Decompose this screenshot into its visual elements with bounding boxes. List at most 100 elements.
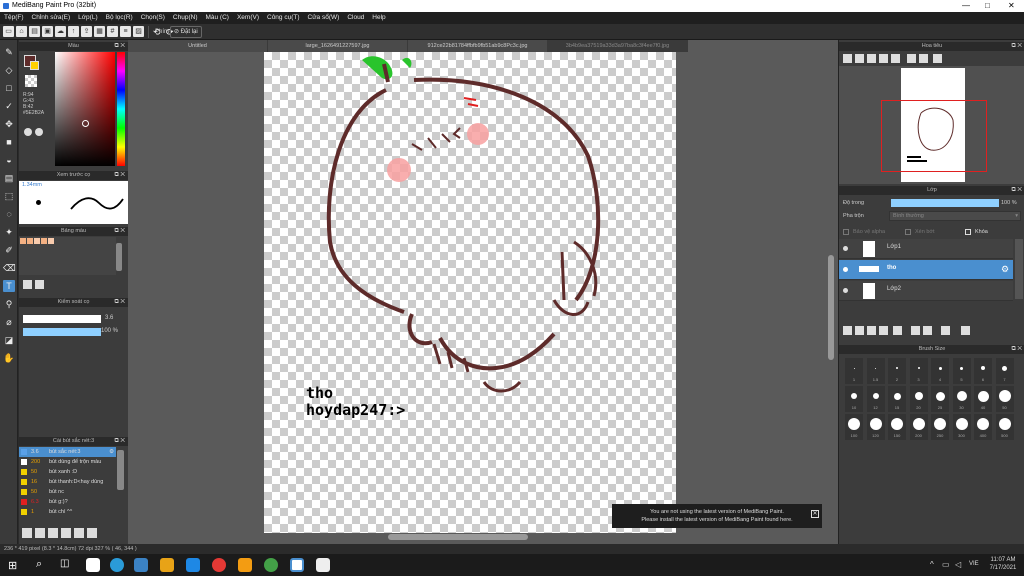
brush-size-cell[interactable]: 7 — [995, 358, 1014, 384]
bucket-tool-icon[interactable]: ◒ — [3, 154, 15, 166]
panel-controls-icon[interactable]: ⧉ ✕ — [114, 42, 125, 51]
brush-size-cell[interactable]: 20 — [909, 386, 928, 412]
fit-icon[interactable] — [867, 54, 876, 63]
background-color-swatch[interactable] — [30, 61, 39, 70]
palette-swatch[interactable] — [20, 238, 26, 244]
duplicate-layer-icon[interactable] — [867, 326, 876, 335]
gear-icon[interactable]: ⚙ — [109, 447, 114, 457]
panel-controls-icon[interactable]: ⧉ ✕ — [1011, 186, 1022, 195]
menu-edit[interactable]: Chỉnh sửa(E) — [32, 12, 71, 24]
volume-icon[interactable]: ◁ — [955, 560, 961, 569]
lock-checkbox[interactable] — [965, 229, 971, 235]
palette-swatch[interactable] — [27, 238, 33, 244]
palette-swatch[interactable] — [34, 238, 40, 244]
brush-duplicate-icon[interactable] — [87, 528, 97, 538]
language-indicator[interactable]: VIE — [969, 561, 979, 567]
brush-list-scrollbar[interactable] — [117, 450, 124, 490]
open-icon[interactable]: ▤ — [29, 26, 40, 37]
brush-folder-icon[interactable] — [74, 528, 84, 538]
gradient-tool-icon[interactable]: ▤ — [3, 172, 15, 184]
palette-scrollbar[interactable] — [116, 243, 122, 271]
brush-size-cell[interactable]: 4 — [931, 358, 949, 384]
brush-size-cell[interactable]: 6 — [974, 358, 992, 384]
menu-view[interactable]: Xem(V) — [237, 12, 259, 24]
canvas-horizontal-scrollbar[interactable] — [388, 534, 528, 540]
brush-size-cell[interactable]: 2 — [888, 358, 906, 384]
brush-size-cell[interactable]: 100 — [845, 414, 863, 440]
panel-controls-icon[interactable]: ⧉ ✕ — [1011, 42, 1022, 51]
eyedropper-tool-icon[interactable]: ⌀ — [3, 316, 15, 328]
brush-size-slider[interactable] — [23, 315, 101, 323]
text-tool-icon[interactable]: T — [3, 280, 15, 292]
brush-size-cell[interactable]: 5 — [952, 358, 971, 384]
tab-untitled[interactable]: Untitled — [128, 40, 268, 52]
palette-swatch[interactable] — [48, 238, 54, 244]
brush-size-cell[interactable]: 120 — [866, 414, 885, 440]
brush-add-icon[interactable] — [35, 528, 45, 538]
brush-size-cell[interactable]: 12 — [866, 386, 885, 412]
tab-large-jpg[interactable]: large_1626491227597.jpg — [268, 40, 408, 52]
menu-color[interactable]: Màu (C) — [205, 12, 228, 24]
menu-filter[interactable]: Bộ lọc(R) — [106, 12, 133, 24]
brush-opacity-slider[interactable] — [23, 328, 101, 336]
color-sliders-icon[interactable] — [35, 128, 43, 136]
zoom-in-icon[interactable] — [843, 54, 852, 63]
menu-help[interactable]: Help — [372, 12, 385, 24]
select-eraser-tool-icon[interactable]: ⌫ — [3, 262, 16, 274]
panel-controls-icon[interactable]: ⧉ ✕ — [114, 298, 125, 307]
brush-size-cell[interactable]: 250 — [931, 414, 949, 440]
update-notice[interactable]: You are not using the latest version of … — [612, 504, 822, 528]
brush-list-item[interactable]: 200 bút dùng để trộn màu — [19, 457, 116, 467]
brush-tool-icon[interactable]: ✎ — [3, 46, 15, 58]
eye-icon[interactable] — [843, 246, 848, 251]
actual-size-icon[interactable] — [879, 54, 888, 63]
navigator-viewport-frame[interactable] — [881, 100, 987, 172]
brush-size-cell[interactable]: 30 — [952, 386, 971, 412]
brush-list-item[interactable]: 16 bút thanh:D<hay dùng — [19, 477, 116, 487]
reset-button[interactable]: ⊘ Đặt lại — [170, 26, 202, 38]
move-up-icon[interactable] — [923, 326, 932, 335]
clipping-checkbox[interactable] — [905, 229, 911, 235]
color-picker-cursor[interactable] — [82, 120, 89, 127]
panel-controls-icon[interactable]: ⧉ ✕ — [114, 437, 125, 446]
cloud-save-icon[interactable]: ☁ — [55, 26, 66, 37]
upload-icon[interactable]: ↑ — [68, 26, 79, 37]
tray-up-icon[interactable]: ^ — [930, 560, 934, 569]
brush-list-item[interactable]: 3.6 bút sắc nét:3 ⚙ — [19, 447, 116, 457]
select-pen-tool-icon[interactable]: ✐ — [3, 244, 15, 256]
shape-tool-icon[interactable]: □ — [3, 82, 15, 94]
chrome-icon[interactable] — [212, 558, 226, 572]
new-halftone-layer-icon[interactable] — [855, 326, 864, 335]
canvas-vertical-scrollbar[interactable] — [828, 255, 834, 360]
delete-layer-icon[interactable] — [961, 326, 970, 335]
brush-list-item[interactable]: 6.3 bút g:)? — [19, 497, 116, 507]
transparent-color-swatch[interactable] — [25, 75, 37, 87]
layer-row[interactable]: tho ⚙ — [839, 260, 1013, 280]
folder-app-icon[interactable] — [238, 558, 252, 572]
layer-list-scrollbar[interactable] — [1015, 239, 1023, 299]
home-icon[interactable]: ⌂ — [16, 26, 27, 37]
drawing-canvas[interactable]: tho hoydap247:> — [264, 52, 676, 533]
eraser-tool-icon[interactable]: ◇ — [3, 64, 15, 76]
menu-tools[interactable]: Công cụ(T) — [267, 12, 300, 24]
search-icon[interactable]: ⌕ — [36, 558, 42, 571]
menu-file[interactable]: Tệp(F) — [4, 12, 24, 24]
menu-select[interactable]: Chọn(S) — [141, 12, 165, 24]
hand-tool-icon[interactable]: ✋ — [3, 352, 15, 364]
menu-layer[interactable]: Lớp(L) — [78, 12, 97, 24]
brush-size-cell[interactable]: 300 — [952, 414, 971, 440]
brush-upload-icon[interactable] — [22, 528, 32, 538]
brush-size-cell[interactable]: 1.5 — [866, 358, 885, 384]
magic-wand-tool-icon[interactable]: ✦ — [3, 226, 15, 238]
protect-alpha-checkbox[interactable] — [843, 229, 849, 235]
new-icon[interactable]: ▭ — [3, 26, 14, 37]
rotate-right-icon[interactable] — [933, 54, 942, 63]
brush-size-cell[interactable]: 25 — [931, 386, 949, 412]
maximize-icon[interactable]: □ — [985, 0, 990, 12]
minimize-icon[interactable]: — — [962, 0, 970, 12]
layer-row[interactable]: Lớp1 — [839, 239, 1013, 259]
file-manager-icon[interactable] — [160, 558, 174, 572]
menu-cloud[interactable]: Cloud — [347, 12, 364, 24]
brush-size-cell[interactable]: 10 — [845, 386, 863, 412]
network-icon[interactable]: ▭ — [942, 560, 950, 569]
